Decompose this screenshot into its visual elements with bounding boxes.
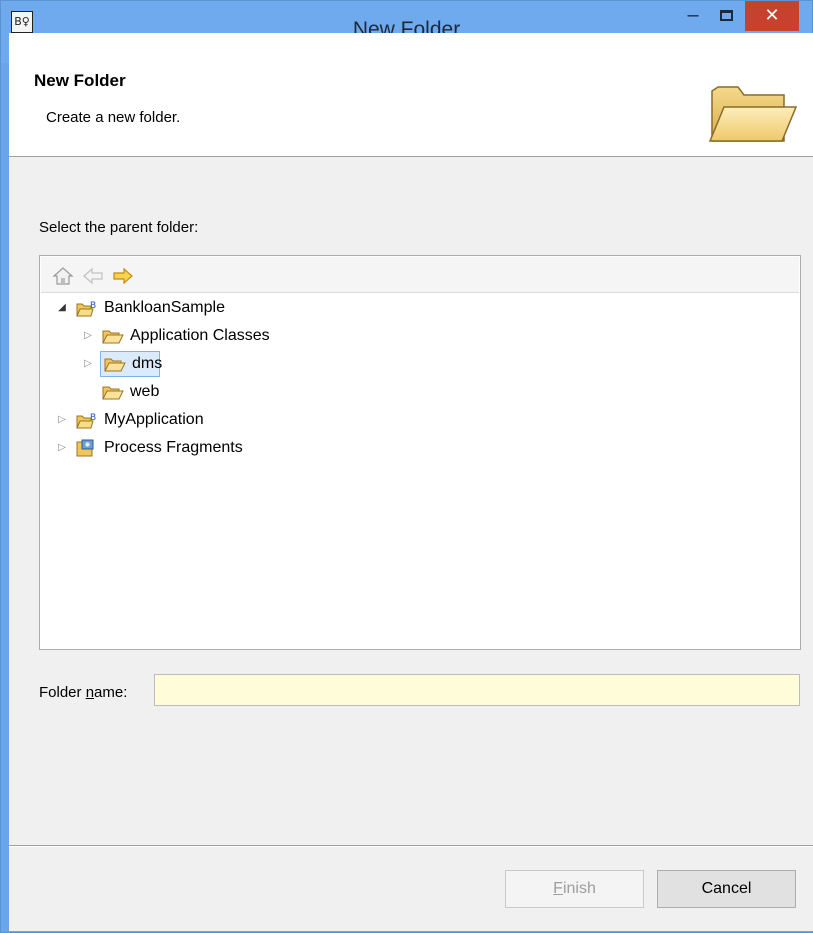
folder-icon xyxy=(102,386,124,400)
finish-button[interactable]: Finish xyxy=(505,870,644,908)
dialog-header: New Folder Create a new folder. xyxy=(9,33,813,157)
page-title: New Folder xyxy=(34,71,126,90)
tree-toolbar xyxy=(41,257,799,293)
tree-item-label: BankloanSample xyxy=(104,299,225,316)
finish-label: inish xyxy=(562,880,596,897)
footer-divider-highlight xyxy=(9,846,813,847)
collapsed-arrow-icon[interactable]: ▷ xyxy=(82,324,94,348)
folder-name-label-prefix: Folder xyxy=(39,684,86,701)
folder-name-label: Folder name: xyxy=(39,684,127,701)
folder-tree[interactable]: ◢ B BankloanSample ▷ Application Classes xyxy=(39,255,801,650)
project-icon: B xyxy=(76,413,96,429)
folder-icon xyxy=(102,330,124,344)
page-description: Create a new folder. xyxy=(46,109,181,126)
maximize-icon xyxy=(720,10,733,21)
tree-item-label: web xyxy=(130,383,160,400)
tree-item-label: Process Fragments xyxy=(104,439,243,456)
minimize-button[interactable]: – xyxy=(678,1,708,31)
finish-mnemonic: F xyxy=(553,880,563,897)
close-button[interactable]: ✕ xyxy=(745,1,799,31)
folder-name-label-suffix: ame: xyxy=(94,684,128,701)
dialog-window: B♀ New Folder – ✕ New Folder Create a ne… xyxy=(0,0,813,933)
folder-name-input[interactable] xyxy=(154,674,800,706)
svg-text:B: B xyxy=(90,413,96,423)
folder-icon xyxy=(104,358,126,372)
collapsed-arrow-icon[interactable]: ▷ xyxy=(56,408,68,432)
folder-name-mnemonic: n xyxy=(85,684,95,701)
tree-item-label: MyApplication xyxy=(104,411,204,428)
expanded-arrow-icon[interactable]: ◢ xyxy=(56,296,68,320)
home-icon[interactable] xyxy=(52,266,74,286)
tree-item-label: Application Classes xyxy=(130,327,270,344)
tree-item-label: dms xyxy=(132,355,163,372)
collapsed-arrow-icon[interactable]: ▷ xyxy=(82,352,94,376)
fragments-icon xyxy=(76,439,94,457)
maximize-button[interactable] xyxy=(711,5,741,29)
svg-text:B: B xyxy=(90,301,96,311)
back-arrow-icon[interactable] xyxy=(82,266,104,286)
forward-arrow-icon[interactable] xyxy=(112,266,134,286)
parent-folder-label: Select the parent folder: xyxy=(39,219,199,236)
project-icon: B xyxy=(76,301,96,317)
open-folder-icon xyxy=(708,86,798,142)
dialog-content: New Folder Create a new folder. Select t… xyxy=(9,33,813,931)
cancel-button[interactable]: Cancel xyxy=(657,870,796,908)
collapsed-arrow-icon[interactable]: ▷ xyxy=(56,436,68,460)
